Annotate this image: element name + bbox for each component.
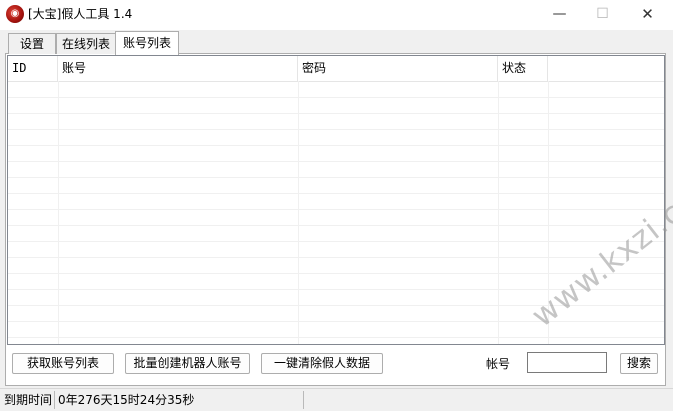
app-logo-icon: ◉	[6, 5, 24, 23]
column-header-status[interactable]: 状态	[498, 56, 548, 81]
tab-account-list[interactable]: 账号列表	[115, 31, 179, 55]
row-gridline	[8, 257, 664, 258]
minimize-button[interactable]: —	[537, 0, 582, 30]
search-button[interactable]: 搜索	[620, 353, 658, 374]
get-account-list-button[interactable]: 获取账号列表	[12, 353, 114, 374]
row-gridline	[8, 113, 664, 114]
maximize-button[interactable]: ☐	[580, 0, 625, 30]
row-gridline	[8, 145, 664, 146]
column-header-password[interactable]: 密码	[298, 56, 498, 81]
column-gridline	[298, 81, 299, 344]
tab-settings[interactable]: 设置	[8, 33, 56, 54]
list-header: ID 账号 密码 状态	[8, 56, 664, 82]
tab-online-list[interactable]: 在线列表	[56, 33, 116, 54]
account-search-input[interactable]	[527, 352, 607, 373]
window-title: [大宝]假人工具 1.4	[28, 7, 133, 21]
row-gridline	[8, 129, 664, 130]
status-bar: 到期时间 0年276天15时24分35秒	[0, 388, 673, 411]
row-gridline	[8, 225, 664, 226]
row-gridline	[8, 209, 664, 210]
batch-create-bot-accounts-button[interactable]: 批量创建机器人账号	[125, 353, 250, 374]
close-button[interactable]: ✕	[625, 0, 670, 30]
expiry-label: 到期时间	[4, 393, 53, 407]
row-gridline	[8, 321, 664, 322]
column-header-id[interactable]: ID	[8, 56, 58, 81]
column-gridline	[58, 81, 59, 344]
status-divider	[54, 391, 55, 409]
row-gridline	[8, 97, 664, 98]
expiry-countdown: 0年276天15时24分35秒	[58, 393, 195, 407]
row-gridline	[8, 193, 664, 194]
row-gridline	[8, 241, 664, 242]
clear-fake-data-button[interactable]: 一键清除假人数据	[261, 353, 383, 374]
account-search-label: 帐号	[486, 357, 511, 371]
row-gridline	[8, 177, 664, 178]
row-gridline	[8, 161, 664, 162]
column-gridline	[498, 81, 499, 344]
row-gridline	[8, 337, 664, 338]
status-divider	[303, 391, 304, 409]
column-header-account[interactable]: 账号	[58, 56, 298, 81]
